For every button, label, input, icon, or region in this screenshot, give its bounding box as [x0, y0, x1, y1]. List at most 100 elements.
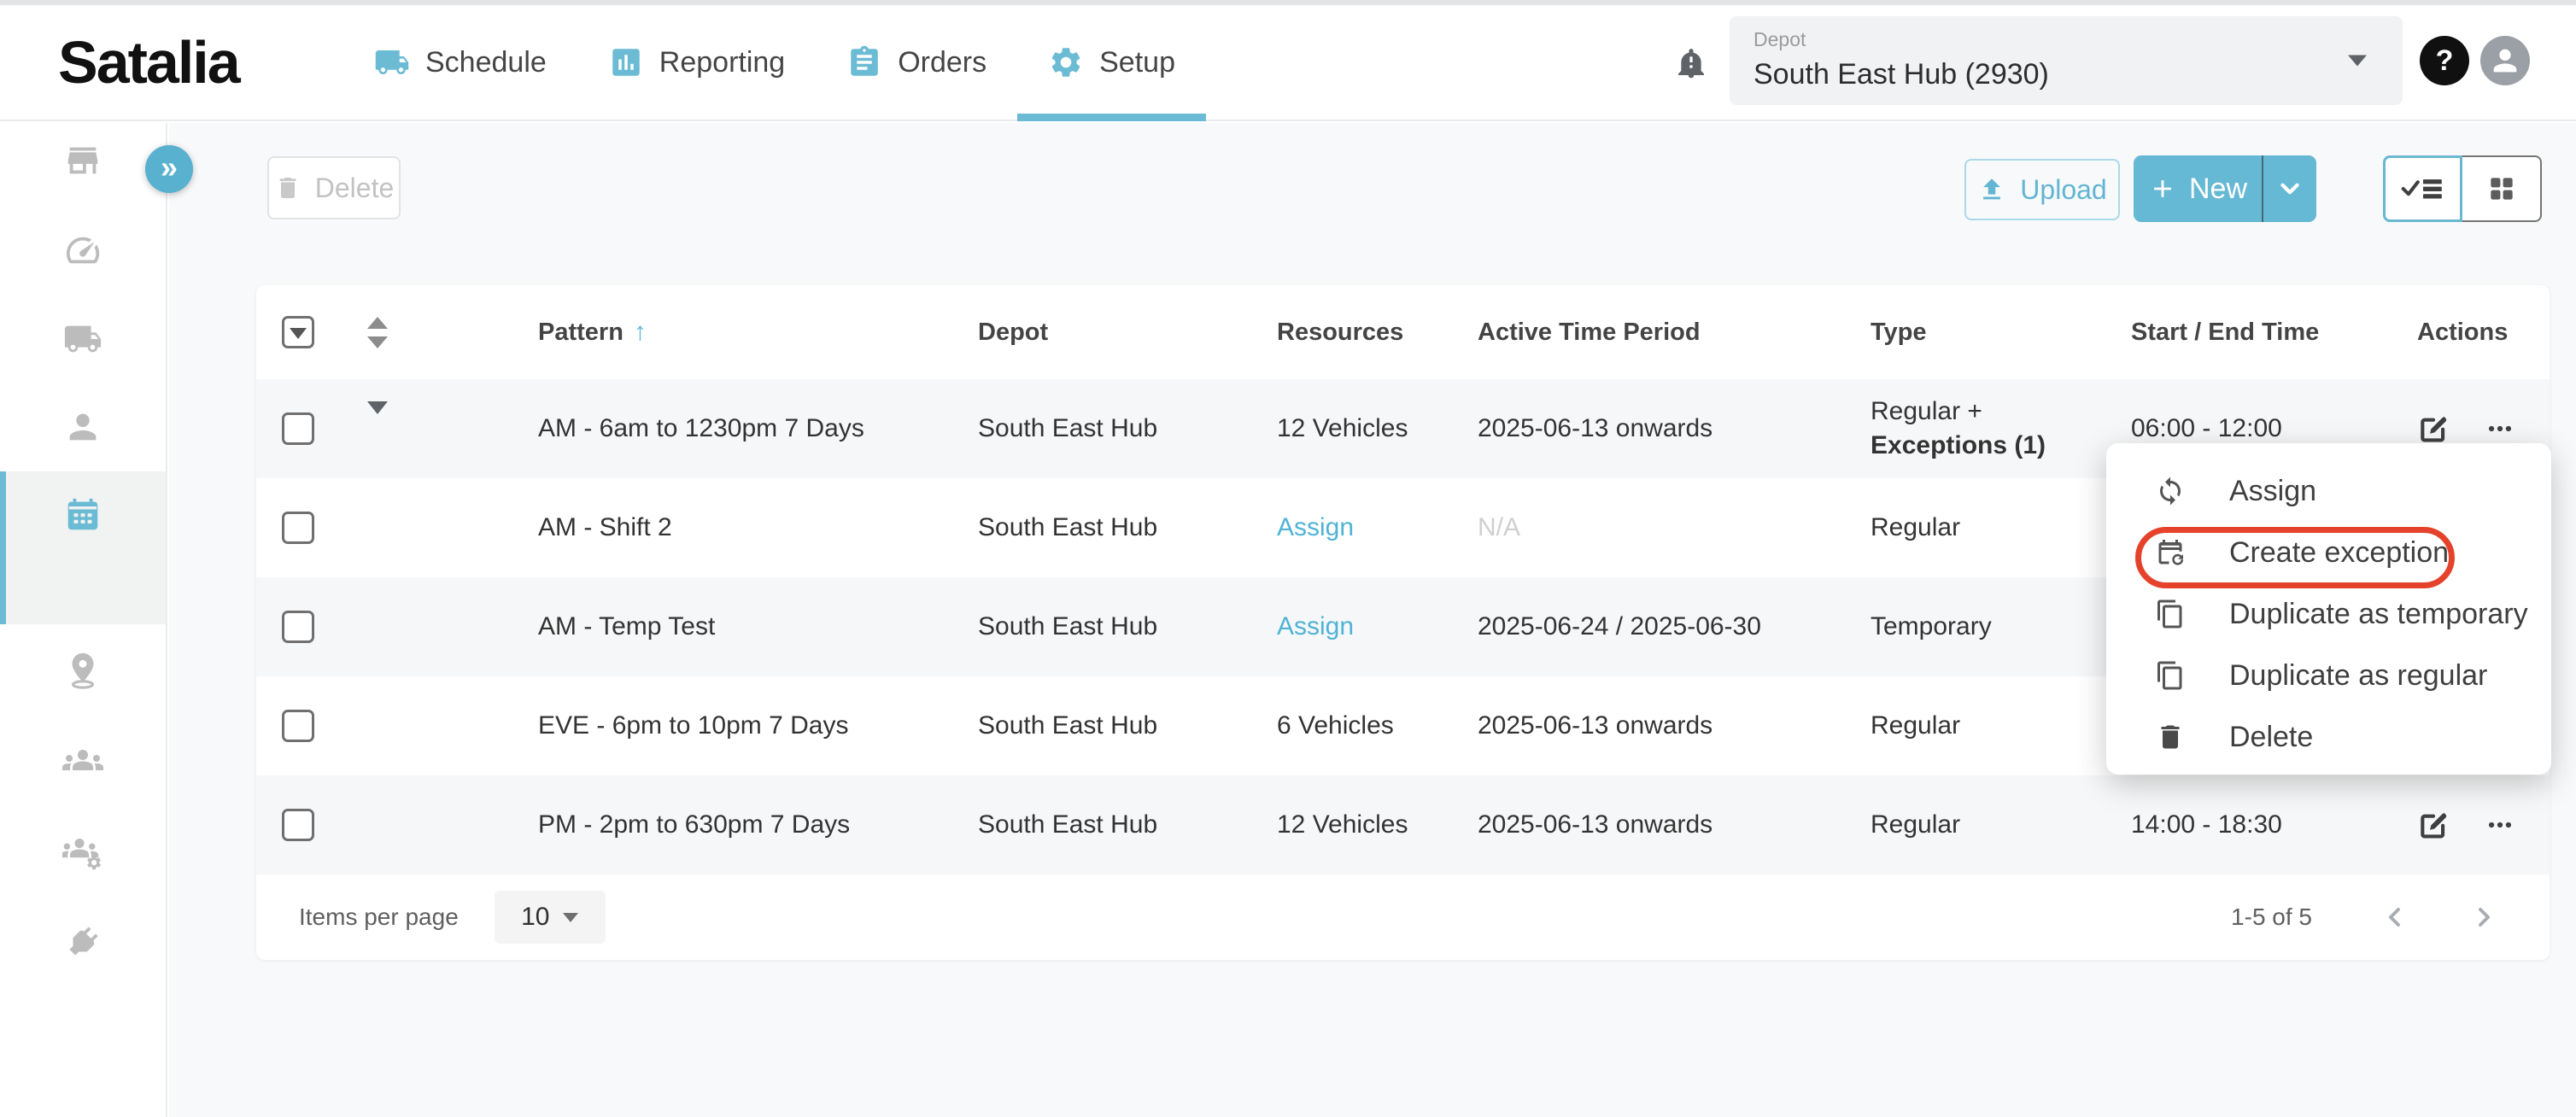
- tab-label: Orders: [898, 46, 986, 79]
- row-checkbox[interactable]: [282, 611, 314, 643]
- main-content: Delete Upload New: [169, 123, 2576, 1117]
- menu-item-duplicate-as-regular[interactable]: Duplicate as regular: [2106, 645, 2551, 706]
- expand-collapse-all-control[interactable]: [367, 317, 388, 348]
- delete-button-toolbar[interactable]: Delete: [267, 156, 401, 219]
- time-cell: 06:00 - 12:00: [2131, 414, 2417, 443]
- previous-page-button[interactable]: [2380, 902, 2411, 933]
- app-logo: Satalia: [58, 28, 239, 96]
- sidebar-item-user-management[interactable]: [0, 817, 166, 886]
- menu-item-assign[interactable]: Assign: [2106, 460, 2551, 522]
- column-header-actions: Actions: [2417, 319, 2550, 347]
- clipboard-icon: [846, 44, 882, 80]
- active-period-cell: 2025-06-24 / 2025-06-30: [1478, 612, 1871, 641]
- row-checkbox[interactable]: [282, 512, 314, 544]
- sidebar-item-teams[interactable]: [0, 726, 166, 794]
- expand-sidebar-button[interactable]: [145, 145, 193, 193]
- sidebar-item-integrations[interactable]: [0, 908, 166, 976]
- grid-view-button[interactable]: [2462, 155, 2542, 222]
- plus-icon: [2148, 174, 2177, 203]
- sidebar-item-locations[interactable]: [0, 636, 166, 705]
- depot-cell: South East Hub: [978, 711, 1277, 740]
- assign-link[interactable]: Assign: [1277, 612, 1354, 640]
- delete-button-label: Delete: [315, 173, 395, 204]
- next-page-button[interactable]: [2468, 902, 2498, 933]
- depot-selector-label: Depot: [1753, 28, 2403, 51]
- row-actions-context-menu: Assign Create exception Duplicate as tem…: [2106, 443, 2551, 775]
- sidebar-item-dashboard[interactable]: [0, 216, 166, 284]
- sort-ascending-icon: ↑: [634, 318, 647, 346]
- assign-link[interactable]: Assign: [1277, 513, 1354, 541]
- pagination-range: 1-5 of 5: [2231, 904, 2312, 931]
- notification-bell-icon[interactable]: [1674, 45, 1708, 79]
- depot-cell: South East Hub: [978, 612, 1277, 641]
- column-header-resources[interactable]: Resources: [1277, 319, 1478, 347]
- pattern-cell: PM - 2pm to 630pm 7 Days: [538, 810, 978, 839]
- column-header-pattern[interactable]: Pattern↑: [538, 318, 978, 347]
- items-per-page-select[interactable]: 10: [495, 891, 606, 944]
- new-button-dropdown[interactable]: [2263, 155, 2316, 222]
- tab-label: Reporting: [659, 46, 785, 79]
- new-button[interactable]: New: [2134, 155, 2263, 222]
- row-expand-caret-icon[interactable]: [367, 401, 388, 442]
- more-actions-icon[interactable]: [2485, 810, 2515, 839]
- active-period-cell: 2025-06-13 onwards: [1478, 711, 1871, 740]
- pattern-cell: AM - Shift 2: [538, 513, 978, 542]
- groups-icon: [62, 740, 103, 781]
- depot-selector[interactable]: Depot South East Hub (2930): [1730, 16, 2403, 105]
- row-checkbox[interactable]: [282, 809, 314, 841]
- tab-reporting[interactable]: Reporting: [577, 5, 816, 120]
- sidebar-item-drivers[interactable]: [0, 393, 166, 461]
- grid-icon: [2485, 173, 2518, 205]
- pattern-cell: AM - Temp Test: [538, 612, 978, 641]
- groups-settings-icon: [62, 831, 103, 872]
- menu-item-duplicate-as-temporary[interactable]: Duplicate as temporary: [2106, 583, 2551, 645]
- select-all-checkbox[interactable]: [282, 316, 314, 348]
- column-header-start-end-time[interactable]: Start / End Time: [2131, 319, 2417, 347]
- depot-cell: South East Hub: [978, 414, 1277, 443]
- menu-item-label: Create exception: [2229, 536, 2449, 570]
- column-header-type[interactable]: Type: [1871, 319, 2131, 347]
- trash-icon: [274, 174, 302, 202]
- type-cell: Regular: [1871, 511, 2131, 545]
- active-period-cell: 2025-06-13 onwards: [1478, 414, 1871, 443]
- left-sidebar: [0, 123, 167, 1117]
- row-checkbox[interactable]: [282, 412, 314, 445]
- resources-cell: 12 Vehicles: [1277, 810, 1478, 839]
- column-header-depot[interactable]: Depot: [978, 319, 1277, 347]
- help-button[interactable]: ?: [2420, 36, 2469, 85]
- column-header-active-time-period[interactable]: Active Time Period: [1478, 319, 1871, 347]
- time-cell: 14:00 - 18:30: [2131, 810, 2417, 839]
- type-cell: Temporary: [1871, 610, 2131, 644]
- table-row[interactable]: PM - 2pm to 630pm 7 Days South East Hub …: [256, 775, 2550, 874]
- list-view-button[interactable]: [2383, 155, 2462, 222]
- top-navigation-bar: Satalia Schedule Reporting Orders: [0, 5, 2576, 121]
- depot-selector-value: South East Hub (2930): [1753, 58, 2403, 91]
- plug-icon: [63, 922, 102, 962]
- more-actions-icon[interactable]: [2485, 414, 2515, 443]
- resources-cell: 6 Vehicles: [1277, 711, 1478, 740]
- pattern-cell: AM - 6am to 1230pm 7 Days: [538, 414, 978, 443]
- menu-item-delete[interactable]: Delete: [2106, 706, 2551, 768]
- row-checkbox[interactable]: [282, 710, 314, 742]
- menu-item-label: Assign: [2229, 475, 2316, 508]
- tab-orders[interactable]: Orders: [816, 5, 1017, 120]
- tab-schedule[interactable]: Schedule: [343, 5, 577, 120]
- tab-setup[interactable]: Setup: [1017, 5, 1206, 120]
- new-button-label: New: [2189, 173, 2247, 206]
- edit-icon[interactable]: [2417, 809, 2450, 841]
- main-nav: Schedule Reporting Orders Setup: [343, 5, 1206, 120]
- chevron-down-icon: [2348, 56, 2367, 67]
- upload-button-label: Upload: [2020, 174, 2106, 206]
- upload-button[interactable]: Upload: [1964, 159, 2120, 220]
- type-cell: Regular +Exceptions (1): [1871, 395, 2131, 463]
- user-avatar[interactable]: [2480, 36, 2530, 85]
- new-split-button: New: [2134, 155, 2316, 222]
- menu-item-create-exception[interactable]: Create exception: [2106, 522, 2551, 583]
- gear-icon: [1048, 44, 1084, 80]
- edit-icon[interactable]: [2417, 412, 2450, 445]
- checked-list-icon: [2399, 173, 2447, 205]
- depot-cell: South East Hub: [978, 513, 1277, 542]
- sidebar-item-vehicles[interactable]: [0, 305, 166, 373]
- sidebar-item-shift-patterns[interactable]: [0, 481, 166, 549]
- sidebar-item-depots[interactable]: [0, 126, 166, 195]
